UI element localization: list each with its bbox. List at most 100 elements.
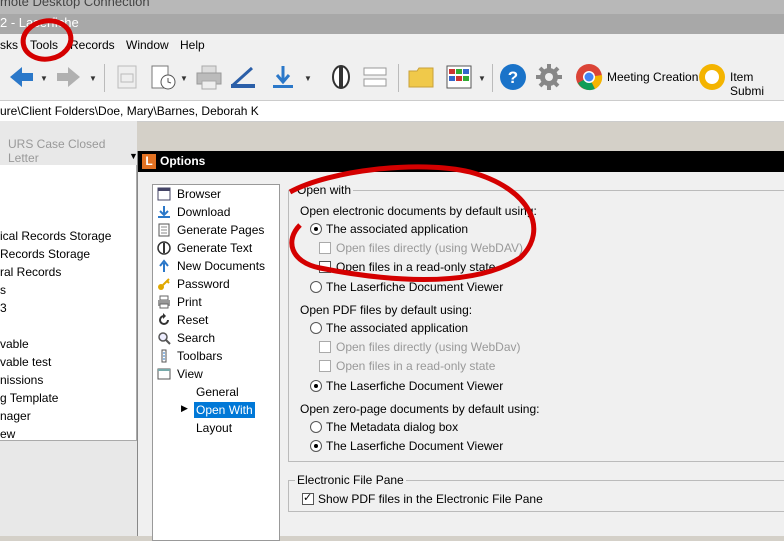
remote-desktop-titlebar: mote Desktop Connection	[0, 0, 784, 14]
rdp-title: mote Desktop Connection	[0, 0, 150, 9]
category-label: Generate Pages	[177, 223, 265, 237]
tree-item[interactable]: g Template	[0, 391, 58, 405]
tree-item[interactable]: Records Storage	[0, 247, 90, 261]
menu-bar: sks Tools Records Window Help	[0, 34, 784, 57]
search-icon	[158, 332, 171, 345]
category-label: Password	[177, 277, 230, 291]
meeting-creation-link[interactable]: Meeting Creation	[607, 70, 698, 84]
pdf-associated-label: The associated application	[326, 321, 469, 335]
print-icon[interactable]	[194, 62, 224, 92]
email-document-icon[interactable]	[112, 62, 142, 92]
view-icon	[157, 368, 171, 380]
download-icon[interactable]	[268, 62, 298, 92]
category-label: Reset	[177, 313, 209, 327]
subcategory-general[interactable]: General	[196, 385, 239, 399]
electronic-associated-label: The associated application	[326, 222, 469, 236]
electronic-associated-radio[interactable]	[310, 223, 322, 235]
tree-item[interactable]: nissions	[0, 373, 43, 387]
key-icon	[158, 278, 170, 290]
toolbar-separator	[398, 64, 399, 92]
efp-group-title: Electronic File Pane	[295, 473, 406, 487]
pdf-heading: Open PDF files by default using:	[300, 303, 473, 317]
tree-item[interactable]: nager	[0, 409, 31, 423]
path-bar: ure\Client Folders\Doe, Mary\Barnes, Deb…	[0, 100, 784, 122]
generate-text-icon	[157, 241, 171, 255]
electronic-viewer-radio[interactable]	[310, 281, 322, 293]
tree-item[interactable]: ew	[0, 427, 15, 441]
item-submit-icon[interactable]	[697, 62, 727, 92]
electronic-readonly-checkbox[interactable]	[319, 261, 331, 273]
tree-item[interactable]: ical Records Storage	[0, 229, 111, 243]
download-icon	[158, 206, 170, 218]
chrome-icon[interactable]	[574, 62, 604, 92]
pdf-viewer-radio[interactable]	[310, 380, 322, 392]
category-label: Browser	[177, 187, 222, 201]
dialog-title: Options	[160, 154, 206, 168]
electronic-webdav-checkbox[interactable]	[319, 242, 331, 254]
expand-arrow-icon: ▶	[181, 403, 188, 413]
options-category-list: Browser Download Generate Pages Generate…	[152, 184, 280, 541]
show-pdf-checkbox[interactable]	[302, 491, 314, 505]
pdf-webdav-checkbox[interactable]	[319, 341, 331, 353]
tree-item[interactable]: vable	[0, 337, 29, 351]
layout-dropdown-icon[interactable]: ▼	[478, 74, 486, 83]
new-folder-icon[interactable]	[406, 62, 436, 92]
electronic-docs-heading: Open electronic documents by default usi…	[300, 204, 537, 218]
options-dialog: L Options Browser Download Generate Page…	[137, 151, 784, 541]
download-dropdown-icon[interactable]: ▼	[304, 74, 312, 83]
toolbars-icon	[161, 349, 167, 363]
pdf-readonly-checkbox[interactable]	[319, 360, 331, 372]
app-title: 2 - Laserfiche	[0, 15, 79, 30]
new-documents-icon	[159, 259, 169, 272]
forward-dropdown-icon[interactable]: ▼	[89, 74, 97, 83]
category-label: Print	[177, 295, 202, 309]
electronic-webdav-label: Open files directly (using WebDAV)	[336, 241, 523, 255]
category-label: Search	[177, 331, 216, 345]
zero-viewer-radio[interactable]	[310, 440, 322, 452]
document-clock-icon[interactable]	[148, 62, 178, 92]
zero-viewer-label: The Laserfiche Document Viewer	[326, 439, 504, 453]
zero-metadata-label: The Metadata dialog box	[326, 420, 459, 434]
menu-records[interactable]: Records	[70, 38, 115, 52]
ocr-icon[interactable]	[326, 62, 356, 92]
browser-icon	[157, 187, 171, 201]
category-label: Generate Text	[177, 241, 253, 255]
dialog-titlebar: L Options	[138, 151, 784, 172]
current-path: ure\Client Folders\Doe, Mary\Barnes, Deb…	[0, 104, 259, 118]
subcategory-open-with[interactable]: Open With	[194, 402, 255, 418]
menu-tasks[interactable]: sks	[0, 38, 18, 52]
fields-icon[interactable]	[360, 62, 390, 92]
print-icon	[158, 295, 170, 309]
scan-icon[interactable]	[228, 62, 258, 92]
pdf-readonly-label: Open files in a read-only state	[336, 359, 496, 373]
layout-grid-icon[interactable]	[444, 62, 474, 92]
folder-tree: ical Records Storage Records Storage ral…	[0, 165, 137, 441]
tree-item[interactable]: vable test	[0, 355, 51, 369]
item-submit-link[interactable]: Item Submi	[730, 70, 784, 98]
help-icon[interactable]: ?	[498, 62, 528, 92]
zero-metadata-radio[interactable]	[310, 421, 322, 433]
tree-item[interactable]: ral Records	[0, 265, 61, 279]
menu-tools[interactable]: Tools	[30, 38, 58, 52]
pdf-associated-radio[interactable]	[310, 322, 322, 334]
menu-window[interactable]: Window	[126, 38, 169, 52]
back-dropdown-icon[interactable]: ▼	[40, 74, 48, 83]
zero-page-heading: Open zero-page documents by default usin…	[300, 402, 540, 416]
category-label: New Documents	[177, 259, 266, 273]
generate-pages-icon	[158, 223, 170, 237]
electronic-viewer-label: The Laserfiche Document Viewer	[326, 280, 504, 294]
template-dropdown-value[interactable]: URS Case Closed Letter	[8, 137, 137, 165]
tree-item[interactable]: s	[0, 283, 6, 297]
settings-gear-icon[interactable]	[534, 62, 564, 92]
forward-arrow-icon[interactable]	[54, 62, 84, 92]
document-dropdown-icon[interactable]: ▼	[180, 74, 188, 83]
menu-help[interactable]: Help	[180, 38, 205, 52]
subcategory-layout[interactable]: Layout	[196, 421, 232, 435]
category-label: View	[177, 367, 203, 381]
tree-item[interactable]: 3	[0, 301, 7, 315]
back-arrow-icon[interactable]	[6, 62, 36, 92]
show-pdf-label: Show PDF files in the Electronic File Pa…	[318, 492, 543, 506]
category-label: Download	[177, 205, 231, 219]
toolbar-separator	[104, 64, 105, 92]
left-pane: URS Case Closed Letter ▼ ical Records St…	[0, 121, 138, 536]
